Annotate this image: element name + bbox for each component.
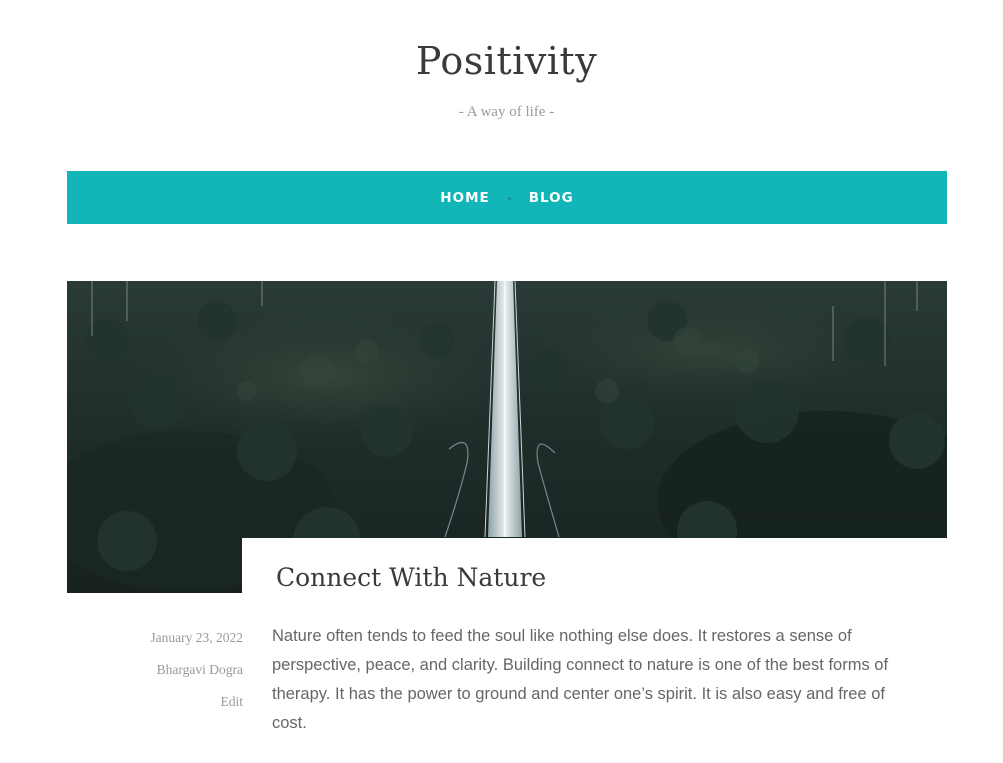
- site-title[interactable]: Positivity: [0, 36, 1003, 86]
- nav-item-blog[interactable]: BLOG: [529, 190, 574, 206]
- nav-item-home[interactable]: HOME: [440, 190, 489, 206]
- post-meta: January 23, 2022 Bhargavi Dogra Edit: [100, 627, 243, 723]
- site-tagline: - A way of life -: [458, 104, 555, 120]
- post-excerpt: Nature often tends to feed the soul like…: [272, 627, 889, 732]
- main-navigation: HOME BLOG: [67, 171, 947, 224]
- post-author[interactable]: Bhargavi Dogra: [100, 659, 243, 691]
- post-title[interactable]: Connect With Nature: [276, 560, 546, 596]
- post-edit-link[interactable]: Edit: [100, 691, 244, 723]
- post-date[interactable]: January 23, 2022: [100, 627, 243, 659]
- nav-separator-dot: [507, 197, 511, 200]
